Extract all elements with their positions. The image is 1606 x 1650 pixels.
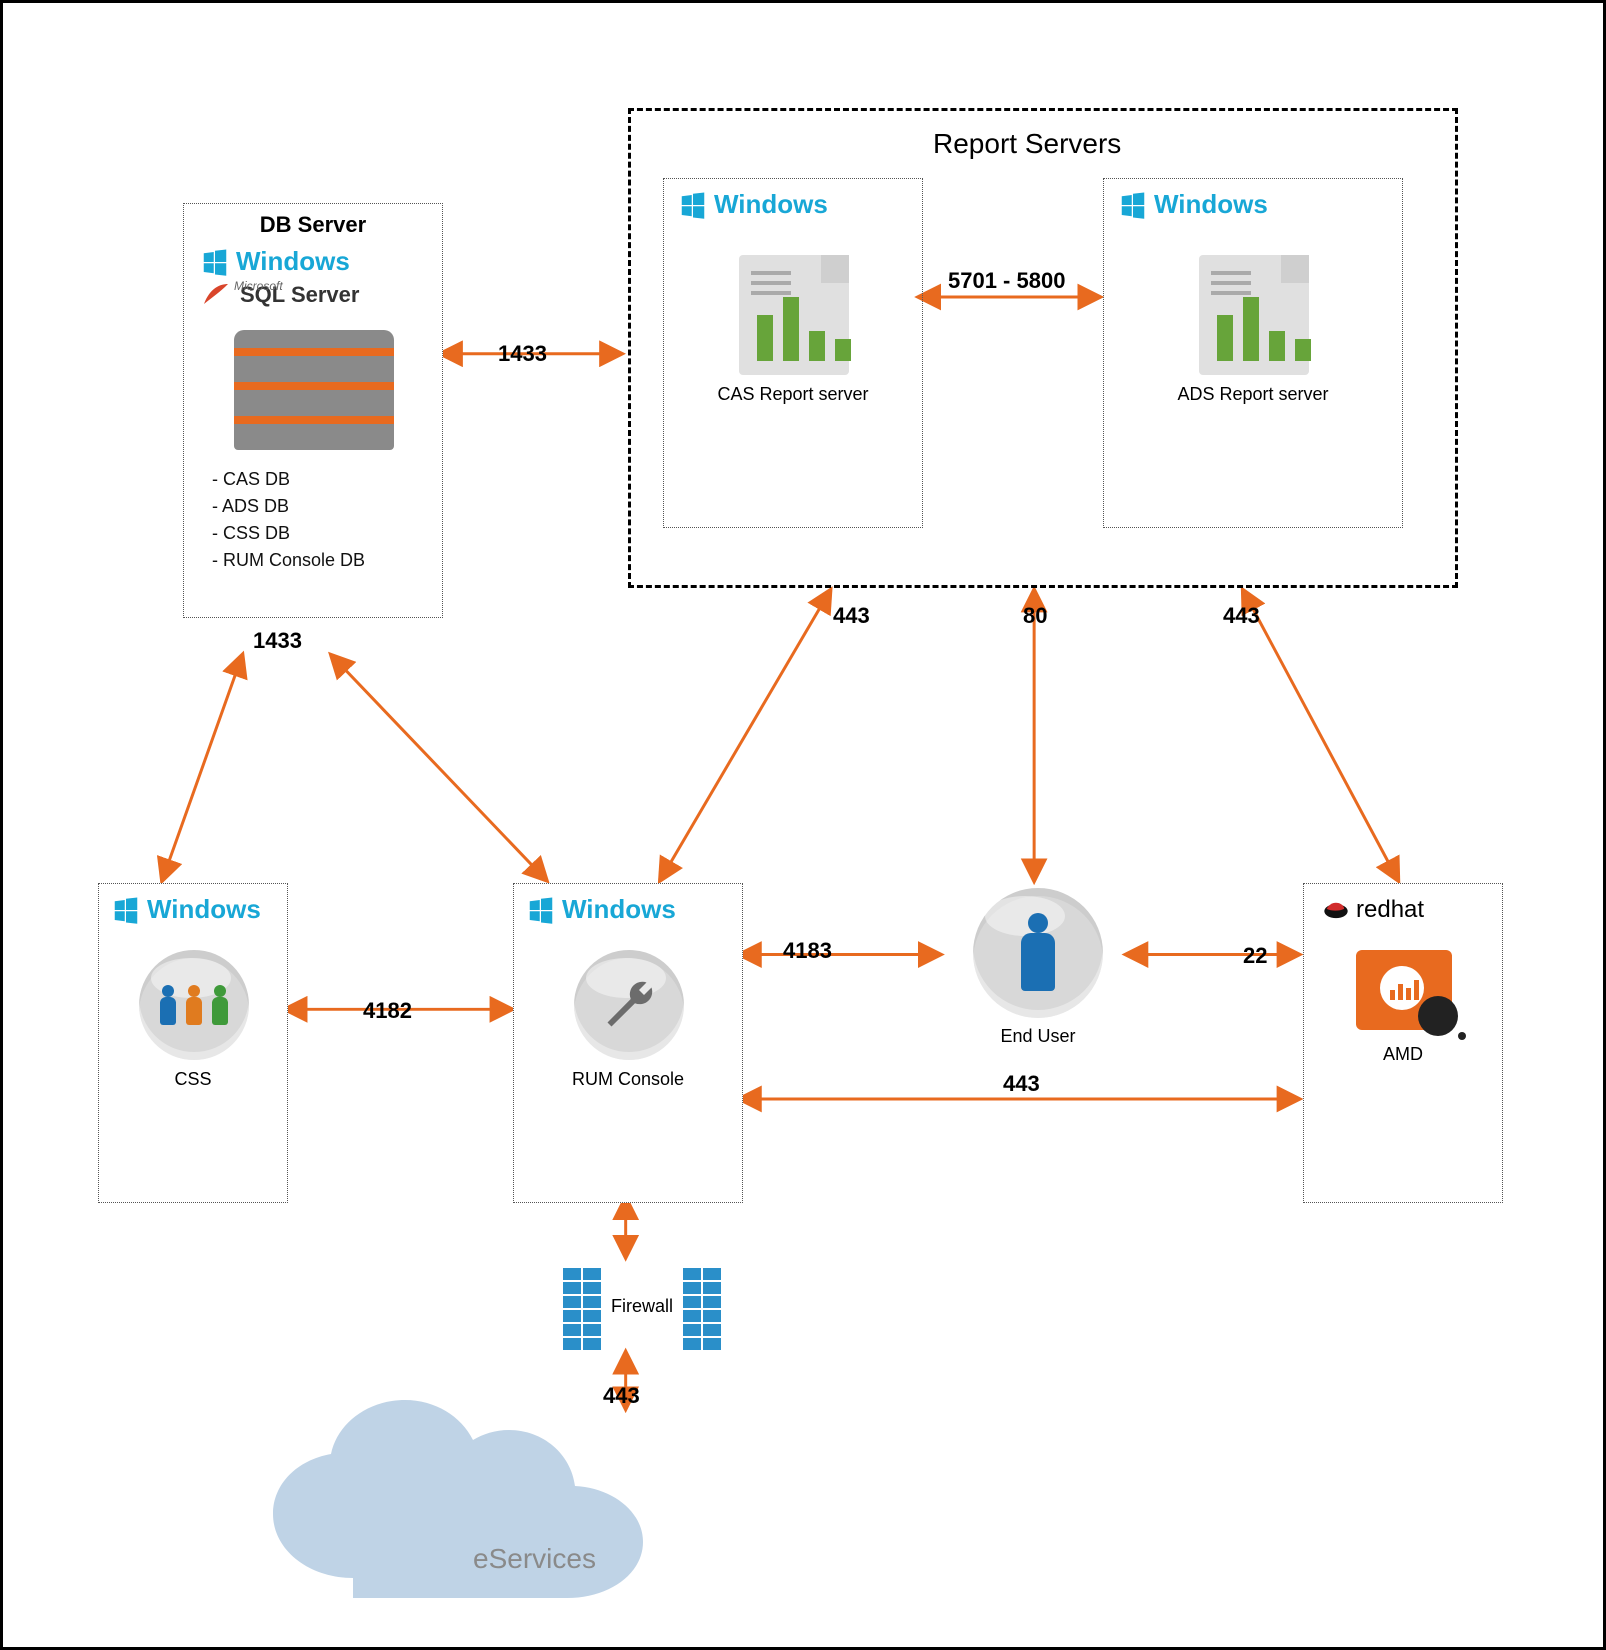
port-label: 4183 <box>783 938 832 964</box>
firewall-icon <box>683 1268 721 1344</box>
redhat-icon <box>1322 896 1350 924</box>
node-css: Windows CSS <box>98 883 288 1203</box>
port-label: 1433 <box>498 341 547 367</box>
windows-icon <box>1118 190 1148 220</box>
port-label: 5701 - 5800 <box>948 268 1065 294</box>
report-icon <box>739 255 849 375</box>
os-label: Windows <box>1154 189 1268 220</box>
firewall-icon <box>563 1268 601 1344</box>
node-ads-report: Windows ADS Report server <box>1103 178 1403 528</box>
magnifier-chart-icon <box>1356 950 1452 1030</box>
node-label: CAS Report server <box>664 384 922 405</box>
sql-server-icon <box>200 282 230 308</box>
windows-logo: Windows <box>526 894 676 925</box>
cloud-label: eServices <box>473 1543 596 1575</box>
wrench-icon <box>574 950 684 1060</box>
port-label: 443 <box>1003 1071 1040 1097</box>
user-icon <box>973 888 1103 1018</box>
windows-icon <box>111 895 141 925</box>
cloud-icon <box>273 1398 723 1618</box>
port-label: 80 <box>1023 603 1047 629</box>
windows-logo: Windows <box>678 189 828 220</box>
port-label: 4182 <box>363 998 412 1024</box>
windows-logo: Windows <box>200 246 350 277</box>
node-label: AMD <box>1304 1044 1502 1065</box>
node-label: Firewall <box>611 1296 673 1317</box>
node-firewall: Firewall <box>563 1268 721 1344</box>
port-label: 443 <box>1223 603 1260 629</box>
node-rum-console: Windows RUM Console <box>513 883 743 1203</box>
db-server-title: DB Server <box>184 212 442 238</box>
sql-server-logo: Microsoft SQL Server <box>200 282 359 308</box>
port-label: 1433 <box>253 628 302 654</box>
node-end-user: End User <box>948 888 1128 1047</box>
node-db-server: DB Server Windows Microsoft SQL Server -… <box>183 203 443 618</box>
node-cas-report: Windows CAS Report server <box>663 178 923 528</box>
windows-icon <box>678 190 708 220</box>
node-label: ADS Report server <box>1104 384 1402 405</box>
db-item: - RUM Console DB <box>212 547 365 574</box>
windows-logo: Windows <box>1118 189 1268 220</box>
node-label: CSS <box>99 1069 287 1090</box>
report-icon <box>1199 255 1309 375</box>
node-label: RUM Console <box>514 1069 742 1090</box>
users-icon <box>139 950 249 1060</box>
port-label: 443 <box>833 603 870 629</box>
windows-icon <box>526 895 556 925</box>
node-label: End User <box>948 1026 1128 1047</box>
database-stack-icon <box>234 330 394 450</box>
diagram-frame: DB Server Windows Microsoft SQL Server -… <box>0 0 1606 1650</box>
group-title: Report Servers <box>933 128 1121 160</box>
os-label: Windows <box>147 894 261 925</box>
port-label: 22 <box>1243 943 1267 969</box>
os-label: redhat <box>1356 896 1424 924</box>
sql-vendor: Microsoft <box>234 280 283 292</box>
windows-logo: Windows <box>111 894 261 925</box>
db-item: - CSS DB <box>212 520 365 547</box>
db-list: - CAS DB - ADS DB - CSS DB - RUM Console… <box>212 466 365 574</box>
db-item: - CAS DB <box>212 466 365 493</box>
redhat-logo: redhat <box>1322 896 1424 924</box>
node-amd: redhat AMD <box>1303 883 1503 1203</box>
windows-icon <box>200 247 230 277</box>
os-label: Windows <box>236 246 350 277</box>
db-item: - ADS DB <box>212 493 365 520</box>
os-label: Windows <box>562 894 676 925</box>
os-label: Windows <box>714 189 828 220</box>
